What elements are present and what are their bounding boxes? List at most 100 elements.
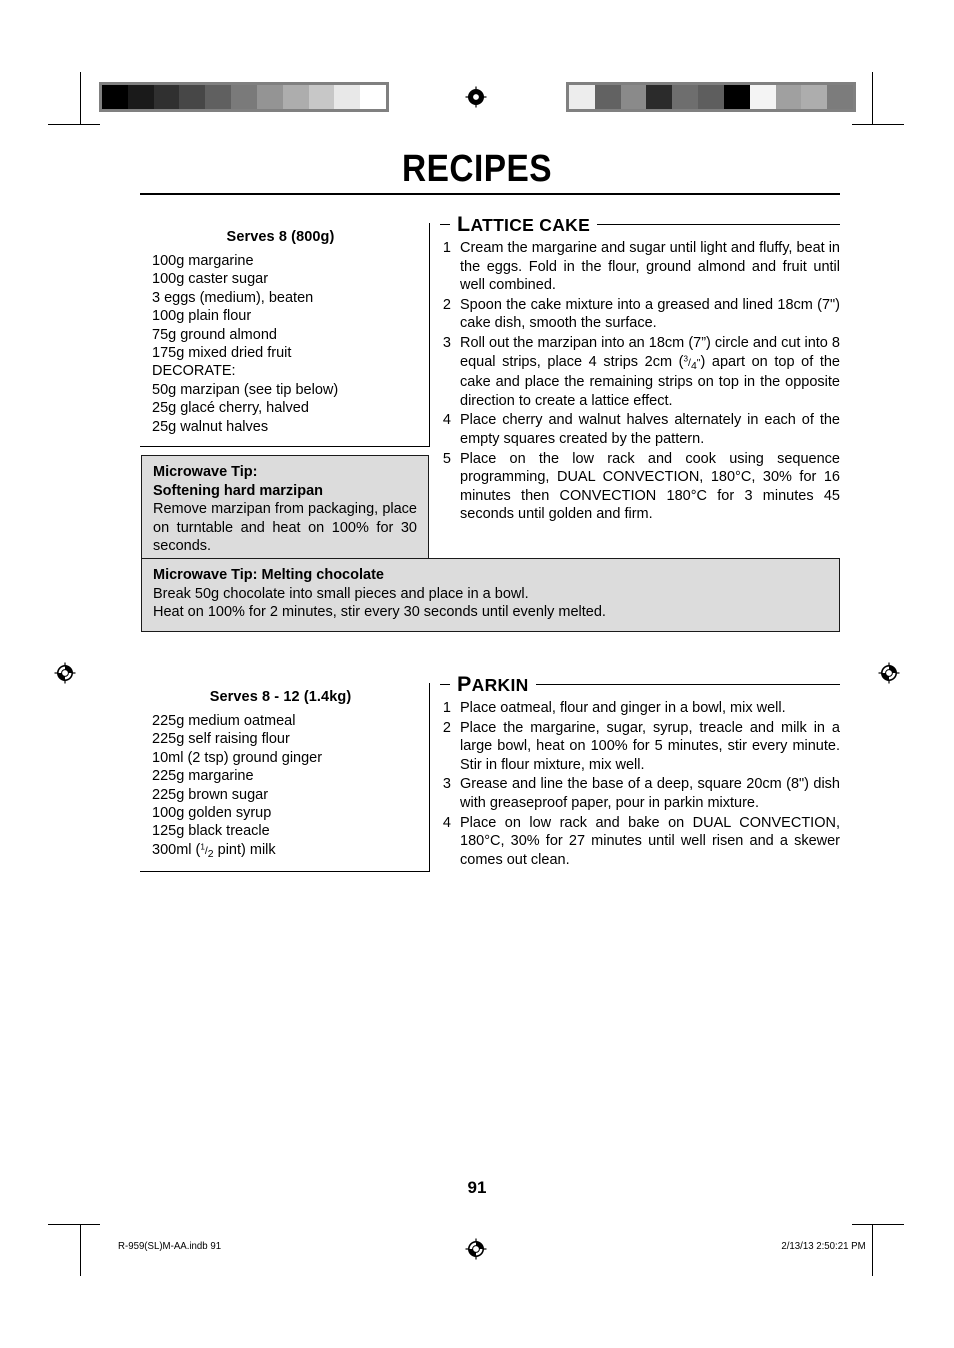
tip-body-line2: Break 50g chocolate into small pieces an… bbox=[153, 585, 529, 602]
step-text: Cream the margarine and sugar until ligh… bbox=[460, 240, 840, 294]
section-heading-lattice-cake: LATTICE CAKE bbox=[440, 212, 840, 237]
crop-mark-bottom-left-vertical bbox=[80, 1224, 81, 1276]
calibration-right-swatch bbox=[620, 85, 647, 109]
document-page: RECIPES Serves 8 (800g) 100g margarine 1… bbox=[0, 0, 954, 1348]
step-text: Place the margarine, sugar, syrup, treac… bbox=[460, 719, 840, 773]
calibration-left-swatch bbox=[102, 85, 128, 109]
calibration-right-swatch bbox=[749, 85, 776, 109]
title-rule bbox=[140, 193, 840, 195]
tip-title-line1: Microwave Tip: bbox=[153, 464, 258, 480]
calibration-right-swatch bbox=[801, 85, 828, 109]
list-item: 2 Spoon the cake mixture into a greased a… bbox=[440, 296, 840, 333]
step-text: Place on low rack and bake on DUAL CONVE… bbox=[460, 814, 840, 868]
footer-timestamp: 2/13/13 2:50:21 PM bbox=[781, 1240, 866, 1252]
ingredients-block-parkin: Serves 8 - 12 (1.4kg) 225g medium oatmea… bbox=[140, 683, 430, 873]
microwave-tip-melting-chocolate: Microwave Tip: Melting chocolate Break 5… bbox=[141, 558, 840, 632]
calibration-left-swatch bbox=[153, 85, 180, 109]
ingredient-list: 225g medium oatmeal 225g self raising fl… bbox=[146, 712, 415, 861]
step-text: Spoon the cake mixture into a greased an… bbox=[460, 296, 840, 332]
calibration-left-swatch bbox=[256, 85, 283, 109]
serves-label: Serves 8 - 12 (1.4kg) bbox=[209, 689, 352, 705]
list-item: 225g self raising flour bbox=[152, 731, 290, 748]
ingredient-list: 100g margarine 100g caster sugar 3 eggs … bbox=[146, 252, 415, 436]
heading-dash bbox=[440, 683, 450, 686]
list-item: 4 Place on low rack and bake on DUAL CONV… bbox=[440, 814, 840, 870]
grayscale-calibration-bar-right bbox=[566, 82, 856, 112]
crop-mark-top-right-vertical bbox=[872, 72, 873, 124]
step-text: Place on the low rack and cook using seq… bbox=[460, 450, 840, 523]
crop-mark-bottom-left-horizontal bbox=[48, 1224, 100, 1225]
crop-mark-top-left-vertical bbox=[80, 72, 81, 124]
tip-body-line3: Heat on 100% for 2 minutes, stir every 3… bbox=[153, 604, 606, 621]
footer-filename: R-959(SL)M-AA.indb 91 bbox=[118, 1240, 222, 1252]
tip-title-line2: Softening hard marzipan bbox=[153, 482, 323, 499]
step-text: Place oatmeal, flour and ginger in a bow… bbox=[460, 700, 786, 716]
step-list: 1 Place oatmeal, flour and ginger in a bo… bbox=[440, 699, 840, 869]
calibration-left-swatch bbox=[231, 85, 257, 109]
crop-mark-top-right-horizontal bbox=[852, 124, 904, 125]
tip-body: Remove marzipan from packaging, place on… bbox=[153, 501, 417, 555]
list-item: 3 Grease and line the base of a deep, squ… bbox=[440, 775, 840, 812]
calibration-left-swatch bbox=[334, 85, 361, 109]
step-number: 2 bbox=[442, 719, 451, 736]
list-item: 225g medium oatmeal bbox=[152, 713, 296, 729]
calibration-left-swatch bbox=[308, 85, 335, 109]
calibration-right-swatch bbox=[672, 85, 699, 109]
heading-initial: L bbox=[457, 212, 471, 236]
list-item: 75g ground almond bbox=[152, 326, 277, 343]
section-heading-parkin: PARKIN bbox=[440, 672, 840, 697]
calibration-right-swatch bbox=[698, 85, 724, 109]
registration-target-right bbox=[878, 662, 900, 684]
calibration-right-swatch bbox=[723, 85, 750, 109]
list-item: 100g golden syrup bbox=[152, 805, 272, 822]
step-list: 1 Cream the margarine and sugar until lig… bbox=[440, 239, 840, 524]
list-item: 225g brown sugar bbox=[152, 786, 269, 803]
list-item: 100g caster sugar bbox=[152, 271, 269, 288]
step-number: 4 bbox=[442, 412, 451, 429]
calibration-right-swatch bbox=[646, 85, 673, 109]
heading-rule bbox=[535, 683, 840, 686]
list-item: DECORATE: bbox=[152, 363, 236, 380]
list-item: 100g plain flour bbox=[152, 308, 252, 325]
registration-target-bottom bbox=[465, 1238, 487, 1260]
serves-label: Serves 8 (800g) bbox=[226, 229, 335, 245]
calibration-right-swatch bbox=[775, 85, 802, 109]
list-item: 100g margarine bbox=[152, 253, 254, 269]
list-item: 50g marzipan (see tip below) bbox=[152, 381, 339, 398]
step-number: 4 bbox=[442, 814, 451, 831]
calibration-left-swatch bbox=[179, 85, 206, 109]
list-item: 4 Place cherry and walnut halves alternat… bbox=[440, 411, 840, 448]
calibration-left-swatch bbox=[282, 85, 309, 109]
list-item: 10ml (2 tsp) ground ginger bbox=[152, 749, 323, 766]
step-text: Place cherry and walnut halves alternate… bbox=[460, 412, 840, 447]
list-item: 225g margarine bbox=[152, 768, 254, 785]
tip-title-line1: Microwave Tip: Melting chocolate bbox=[153, 567, 384, 583]
crop-mark-top-left-horizontal bbox=[48, 124, 100, 125]
calibration-left-swatch bbox=[360, 85, 386, 109]
crop-mark-bottom-right-horizontal bbox=[852, 1224, 904, 1225]
step-text: Grease and line the base of a deep, squa… bbox=[460, 776, 840, 811]
grayscale-calibration-bar-left bbox=[99, 82, 389, 112]
list-item: 175g mixed dried fruit bbox=[152, 345, 292, 362]
calibration-right-swatch bbox=[594, 85, 621, 109]
list-item: 3 eggs (medium), beaten bbox=[152, 289, 314, 306]
registration-target-top bbox=[465, 86, 487, 108]
list-item: 25g glacé cherry, halved bbox=[152, 400, 309, 417]
heading-remainder: ARKIN bbox=[471, 675, 529, 695]
ingredients-block-lattice-cake: Serves 8 (800g) 100g margarine 100g cast… bbox=[140, 223, 430, 448]
step-number: 1 bbox=[442, 240, 451, 256]
page-number: 91 bbox=[467, 1178, 487, 1197]
calibration-left-swatch bbox=[205, 85, 232, 109]
step-number: 2 bbox=[442, 296, 451, 313]
list-item: 25g walnut halves bbox=[152, 418, 269, 435]
instructions-parkin: PARKIN 1 Place oatmeal, flour and ginger … bbox=[440, 672, 840, 870]
step-text: Roll out the marzipan into an 18cm (7”) … bbox=[460, 334, 841, 409]
microwave-tip-marzipan: Microwave Tip: Softening hard marzipan R… bbox=[141, 455, 429, 566]
calibration-left-swatch bbox=[127, 85, 154, 109]
list-item: 1 Place oatmeal, flour and ginger in a bo… bbox=[440, 699, 840, 718]
list-item: 125g black treacle bbox=[152, 823, 270, 840]
heading-dash bbox=[440, 223, 450, 226]
heading-text: LATTICE CAKE bbox=[457, 212, 590, 237]
list-item: 3 Roll out the marzipan into an 18cm (7”)… bbox=[440, 334, 840, 410]
heading-initial: P bbox=[457, 672, 472, 696]
